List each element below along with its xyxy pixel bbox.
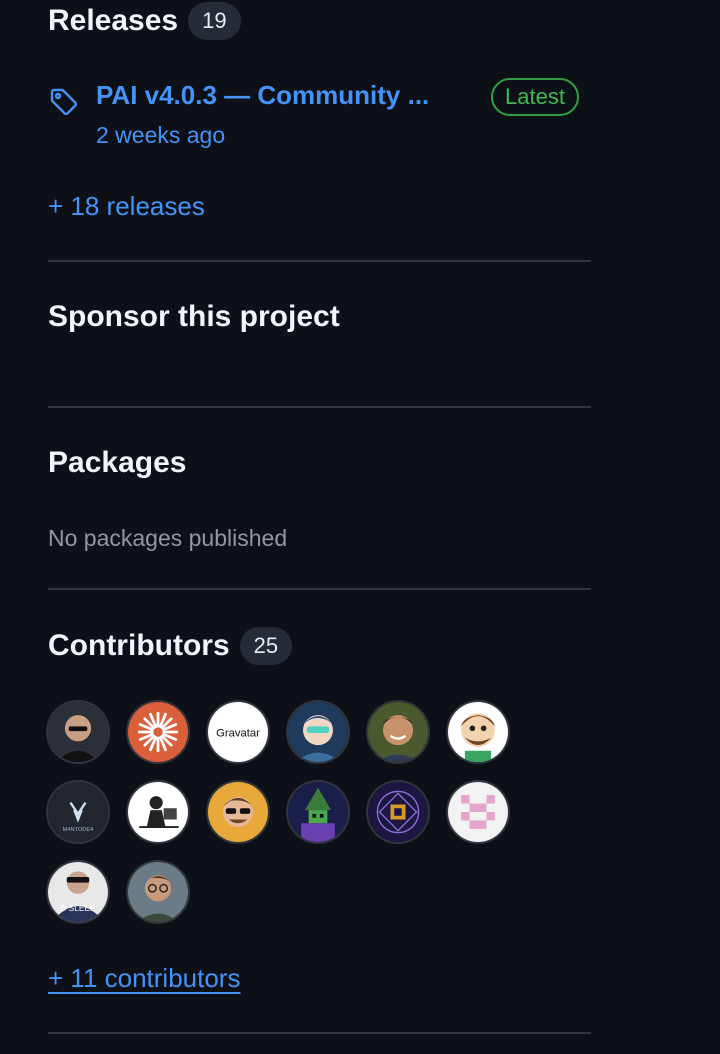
bald-man-avatar [48, 702, 108, 762]
tag-icon [50, 88, 78, 116]
contributor-avatar-anime[interactable] [286, 700, 350, 764]
sleep-shirt-avatar: D SLEEP [48, 862, 108, 922]
more-releases-link[interactable]: + 18 releases [48, 191, 205, 222]
contributor-avatar-mandala[interactable] [366, 780, 430, 844]
man-glasses-avatar [128, 862, 188, 922]
sponsor-title: Sponsor this project [48, 300, 340, 333]
svg-text:D SLEEP: D SLEEP [60, 903, 96, 913]
contributor-avatar-bald-man[interactable] [46, 700, 110, 764]
contributors-header: Contributors 25 [48, 627, 591, 665]
divider [48, 406, 591, 408]
pink-identicon-avatar [448, 782, 508, 842]
svg-text:M4NTODE4: M4NTODE4 [63, 827, 93, 833]
smiling-man-avatar [368, 702, 428, 762]
gravatar-avatar: Gravatar [208, 702, 268, 762]
m4ntode4-logo-avatar: M4NTODE4 [48, 782, 108, 842]
more-contributors-link[interactable]: + 11 contributors [48, 963, 240, 994]
releases-title[interactable]: Releases [48, 4, 178, 38]
anime-character-avatar [288, 702, 348, 762]
contributor-avatar-cartoon-man[interactable] [446, 700, 510, 764]
latest-release-link[interactable]: PAI v4.0.3 — Community ... [96, 80, 429, 111]
releases-count-badge: 19 [188, 2, 241, 40]
latest-release-date: 2 weeks ago [96, 122, 226, 148]
releases-header: Releases 19 [48, 2, 591, 40]
divider [48, 588, 591, 590]
contributors-count-badge: 25 [239, 627, 293, 665]
packages-section: Packages [48, 446, 591, 480]
contributor-avatar-sunglasses[interactable] [206, 780, 270, 844]
contributor-avatar-wizard[interactable] [286, 780, 350, 844]
wizard-pixel-avatar [288, 782, 348, 842]
sketch-desk-avatar [128, 782, 188, 842]
contributor-avatar-starburst[interactable] [126, 700, 190, 764]
contributor-avatar-sketch[interactable] [126, 780, 190, 844]
sunglasses-cartoon-avatar [208, 782, 268, 842]
contributor-avatar-gravatar[interactable]: Gravatar [206, 700, 270, 764]
divider [48, 1032, 591, 1034]
no-packages-text: No packages published [48, 525, 288, 551]
contributor-avatar-sleep-shirt[interactable]: D SLEEP [46, 860, 110, 924]
sponsor-section: Sponsor this project [48, 300, 591, 334]
geometric-mandala-avatar [368, 782, 428, 842]
divider [48, 260, 591, 262]
contributor-avatar-smiling-man[interactable] [366, 700, 430, 764]
packages-title[interactable]: Packages [48, 446, 591, 480]
orange-starburst-avatar [128, 702, 188, 762]
contributor-avatar-identicon[interactable] [446, 780, 510, 844]
svg-text:Gravatar: Gravatar [216, 728, 260, 740]
cartoon-man-avatar [448, 702, 508, 762]
latest-badge: Latest [491, 78, 579, 116]
contributor-avatar-man-glasses[interactable] [126, 860, 190, 924]
contributors-title[interactable]: Contributors [48, 629, 230, 663]
contributor-avatar-m4ntode4[interactable]: M4NTODE4 [46, 780, 110, 844]
